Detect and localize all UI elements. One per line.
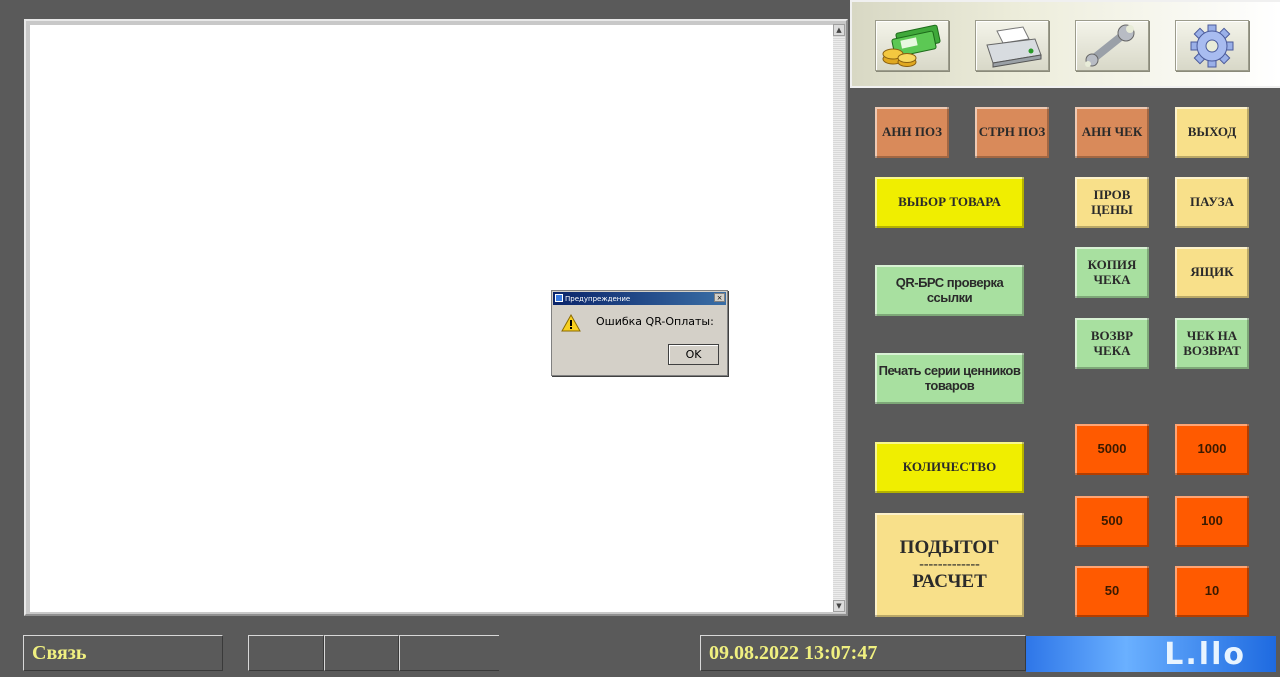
subtotal-payment-button[interactable]: ПОДЫТОГ ------------- РАСЧЕТ (875, 513, 1024, 617)
warning-dialog: Предупреждение × Ошибка QR-Оплаты: OK (551, 290, 728, 376)
print-toolbar-button[interactable] (975, 20, 1049, 71)
service-toolbar-button[interactable] (1075, 20, 1149, 71)
qr-check-button[interactable]: QR-БРС проверка ссылки (875, 265, 1024, 316)
payment-toolbar-button[interactable] (875, 20, 949, 71)
ok-button[interactable]: OK (668, 344, 719, 365)
printer-icon (986, 25, 1042, 68)
cancel-position-button[interactable]: АНН ПОЗ (875, 107, 949, 158)
dialog-message: Ошибка QR-Оплаты: (596, 315, 714, 328)
wrench-icon (1085, 24, 1135, 67)
quantity-button[interactable]: КОЛИЧЕСТВО (875, 442, 1024, 493)
status-cell-2 (324, 635, 399, 671)
dialog-title: Предупреждение (565, 294, 631, 303)
check-price-button[interactable]: ПРОВ ЦЕНЫ (1075, 177, 1149, 228)
receipt-for-return-button[interactable]: ЧЕК НА ВОЗВРАТ (1175, 318, 1249, 369)
datetime-display: 09.08.2022 13:07:47 (700, 635, 1026, 671)
scroll-down-arrow[interactable]: ▼ (833, 600, 845, 612)
status-cell-3 (399, 635, 499, 671)
cash-10-button[interactable]: 10 (1175, 566, 1249, 617)
exit-button[interactable]: ВЫХОД (1175, 107, 1249, 158)
cash-1000-button[interactable]: 1000 (1175, 424, 1249, 475)
cash-100-button[interactable]: 100 (1175, 496, 1249, 547)
app-icon (555, 294, 563, 302)
list-scrollbar[interactable] (833, 24, 845, 613)
dialog-title-bar: Предупреждение (553, 292, 726, 305)
cancel-receipt-button[interactable]: АНН ЧЕК (1075, 107, 1149, 158)
pause-button[interactable]: ПАУЗА (1175, 177, 1249, 228)
connection-status: Связь (23, 635, 223, 671)
brand-logo: L.llo (1026, 636, 1276, 672)
gear-icon (1190, 24, 1234, 67)
cash-5000-button[interactable]: 5000 (1075, 424, 1149, 475)
dialog-close-button[interactable]: × (714, 293, 725, 302)
warning-icon (561, 314, 581, 332)
cash-drawer-button[interactable]: ЯЩИК (1175, 247, 1249, 298)
payment-label: РАСЧЕТ (912, 571, 987, 592)
settings-toolbar-button[interactable] (1175, 20, 1249, 71)
print-price-tags-button[interactable]: Печать серии ценников товаров (875, 353, 1024, 404)
logo-text: L.llo (1164, 636, 1246, 672)
select-goods-button[interactable]: ВЫБОР ТОВАРА (875, 177, 1024, 228)
money-icon (882, 24, 941, 67)
scroll-up-arrow[interactable]: ▲ (833, 24, 845, 36)
subtotal-separator: ------------- (919, 557, 980, 572)
status-cell-1 (248, 635, 324, 671)
cash-500-button[interactable]: 500 (1075, 496, 1149, 547)
cash-50-button[interactable]: 50 (1075, 566, 1149, 617)
receipt-copy-button[interactable]: КОПИЯ ЧЕКА (1075, 247, 1149, 298)
reverse-position-button[interactable]: СТРН ПОЗ (975, 107, 1049, 158)
subtotal-label: ПОДЫТОГ (899, 537, 1000, 559)
return-receipt-button[interactable]: ВОЗВР ЧЕКА (1075, 318, 1149, 369)
